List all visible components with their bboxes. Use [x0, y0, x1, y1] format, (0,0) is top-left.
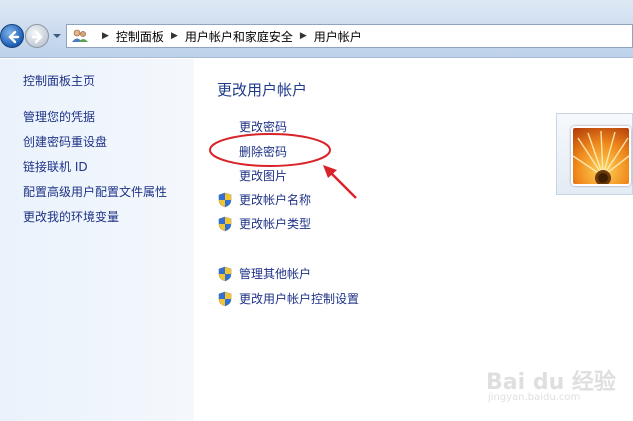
task-label[interactable]: 删除密码 [239, 143, 287, 160]
breadcrumb-separator-icon[interactable]: ▶ [171, 31, 178, 41]
task-remove-password[interactable]: 删除密码 [217, 143, 287, 160]
uac-shield-icon [218, 291, 232, 306]
uac-shield-icon [218, 192, 232, 207]
breadcrumb-separator-icon: ▶ [102, 31, 109, 41]
task-change-account-name[interactable]: 更改帐户名称 [217, 191, 311, 208]
task-label[interactable]: 更改用户帐户控制设置 [239, 290, 359, 307]
sidebar-item-link-online-id[interactable]: 链接联机 ID [23, 158, 88, 175]
navigation-bar: ▶ 控制面板 ▶ 用户帐户和家庭安全 ▶ 用户帐户 [0, 0, 633, 58]
sidebar-item-environment-variables[interactable]: 更改我的环境变量 [23, 208, 119, 225]
flower-picture-icon [573, 128, 629, 184]
task-label[interactable]: 管理其他帐户 [239, 265, 311, 282]
breadcrumb-separator-icon[interactable]: ▶ [300, 31, 307, 41]
sidebar-item-advanced-profile-properties[interactable]: 配置高级用户配置文件属性 [23, 183, 167, 200]
uac-shield-icon [218, 216, 232, 231]
task-change-password[interactable]: 更改密码 [217, 118, 287, 135]
breadcrumb-control-panel[interactable]: 控制面板 [116, 28, 164, 45]
task-change-uac-settings[interactable]: 更改用户帐户控制设置 [217, 290, 359, 307]
page-title: 更改用户帐户 [217, 81, 308, 99]
task-label[interactable]: 更改密码 [239, 118, 287, 135]
task-change-picture[interactable]: 更改图片 [217, 167, 287, 184]
task-change-account-type[interactable]: 更改帐户类型 [217, 215, 311, 232]
back-button[interactable] [0, 24, 24, 48]
uac-shield-icon [218, 266, 232, 281]
sidebar-item-create-password-reset-disk[interactable]: 创建密码重设盘 [23, 133, 107, 150]
forward-button[interactable] [25, 24, 49, 48]
back-arrow-icon [8, 30, 20, 44]
user-picture-frame [556, 113, 633, 195]
address-bar[interactable]: ▶ 控制面板 ▶ 用户帐户和家庭安全 ▶ 用户帐户 [66, 24, 633, 48]
user-accounts-icon [72, 29, 88, 42]
task-label[interactable]: 更改帐户名称 [239, 191, 311, 208]
watermark-url: jingyan.baidu.com [488, 392, 581, 403]
watermark: Bai du 经验 jingyan.baidu.com [486, 364, 616, 414]
forward-arrow-icon [31, 30, 43, 44]
task-manage-other-accounts[interactable]: 管理其他帐户 [217, 265, 311, 282]
task-label[interactable]: 更改帐户类型 [239, 215, 311, 232]
left-navigation-pane: 控制面板主页 管理您的凭据 创建密码重设盘 链接联机 ID 配置高级用户配置文件… [0, 59, 194, 421]
sidebar-item-manage-credentials[interactable]: 管理您的凭据 [23, 108, 95, 125]
breadcrumb-user-accounts[interactable]: 用户帐户 [314, 28, 362, 45]
user-picture[interactable] [571, 126, 631, 186]
sidebar-item-control-panel-home[interactable]: 控制面板主页 [23, 72, 95, 89]
breadcrumb-user-accounts-family-safety[interactable]: 用户帐户和家庭安全 [185, 28, 293, 45]
task-label[interactable]: 更改图片 [239, 167, 287, 184]
recent-pages-dropdown-icon[interactable] [51, 30, 63, 42]
